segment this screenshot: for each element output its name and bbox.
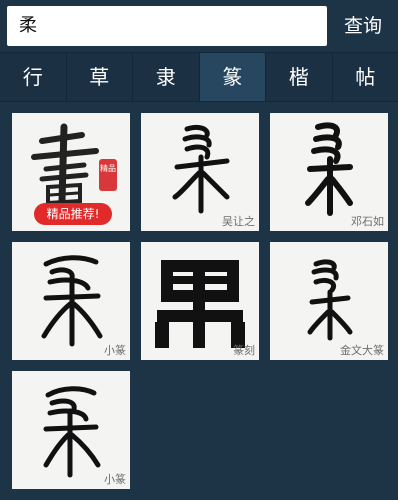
glyph-caption: 小篆 <box>104 344 126 357</box>
promo-card[interactable]: 精品 精品推荐! <box>12 113 130 231</box>
search-button[interactable]: 查询 <box>333 6 393 46</box>
seal-stamp: 精品 <box>99 159 117 191</box>
glyph-card-bronze-script[interactable]: 金文大篆 <box>270 242 388 360</box>
glyph-card-wu-rangzhi[interactable]: 吴让之 <box>141 113 259 231</box>
tab-cursive-script[interactable]: 草 <box>67 53 133 101</box>
glyph-caption: 篆刻 <box>233 344 255 357</box>
tab-seal-script[interactable]: 篆 <box>199 53 266 101</box>
glyph-card-small-seal-2[interactable]: 小篆 <box>12 371 130 489</box>
glyph-card-seal-carving[interactable]: 篆刻 <box>141 242 259 360</box>
glyph-caption: 小篆 <box>104 473 126 486</box>
glyph-caption: 金文大篆 <box>340 344 384 357</box>
search-input[interactable]: 柔 <box>7 6 327 46</box>
tab-regular-script[interactable]: 楷 <box>266 53 333 101</box>
glyph-caption: 吴让之 <box>222 215 255 228</box>
tab-running-script[interactable]: 行 <box>0 53 67 101</box>
glyph-card-small-seal[interactable]: 小篆 <box>12 242 130 360</box>
script-style-tabs: 行 草 隶 篆 楷 帖 <box>0 52 398 102</box>
promo-badge[interactable]: 精品推荐! <box>34 203 112 225</box>
tab-copybook[interactable]: 帖 <box>333 53 398 101</box>
glyph-caption: 邓石如 <box>351 215 384 228</box>
tab-clerical-script[interactable]: 隶 <box>133 53 200 101</box>
glyph-card-deng-shiru[interactable]: 邓石如 <box>270 113 388 231</box>
search-bar: 柔 查询 <box>0 0 398 52</box>
